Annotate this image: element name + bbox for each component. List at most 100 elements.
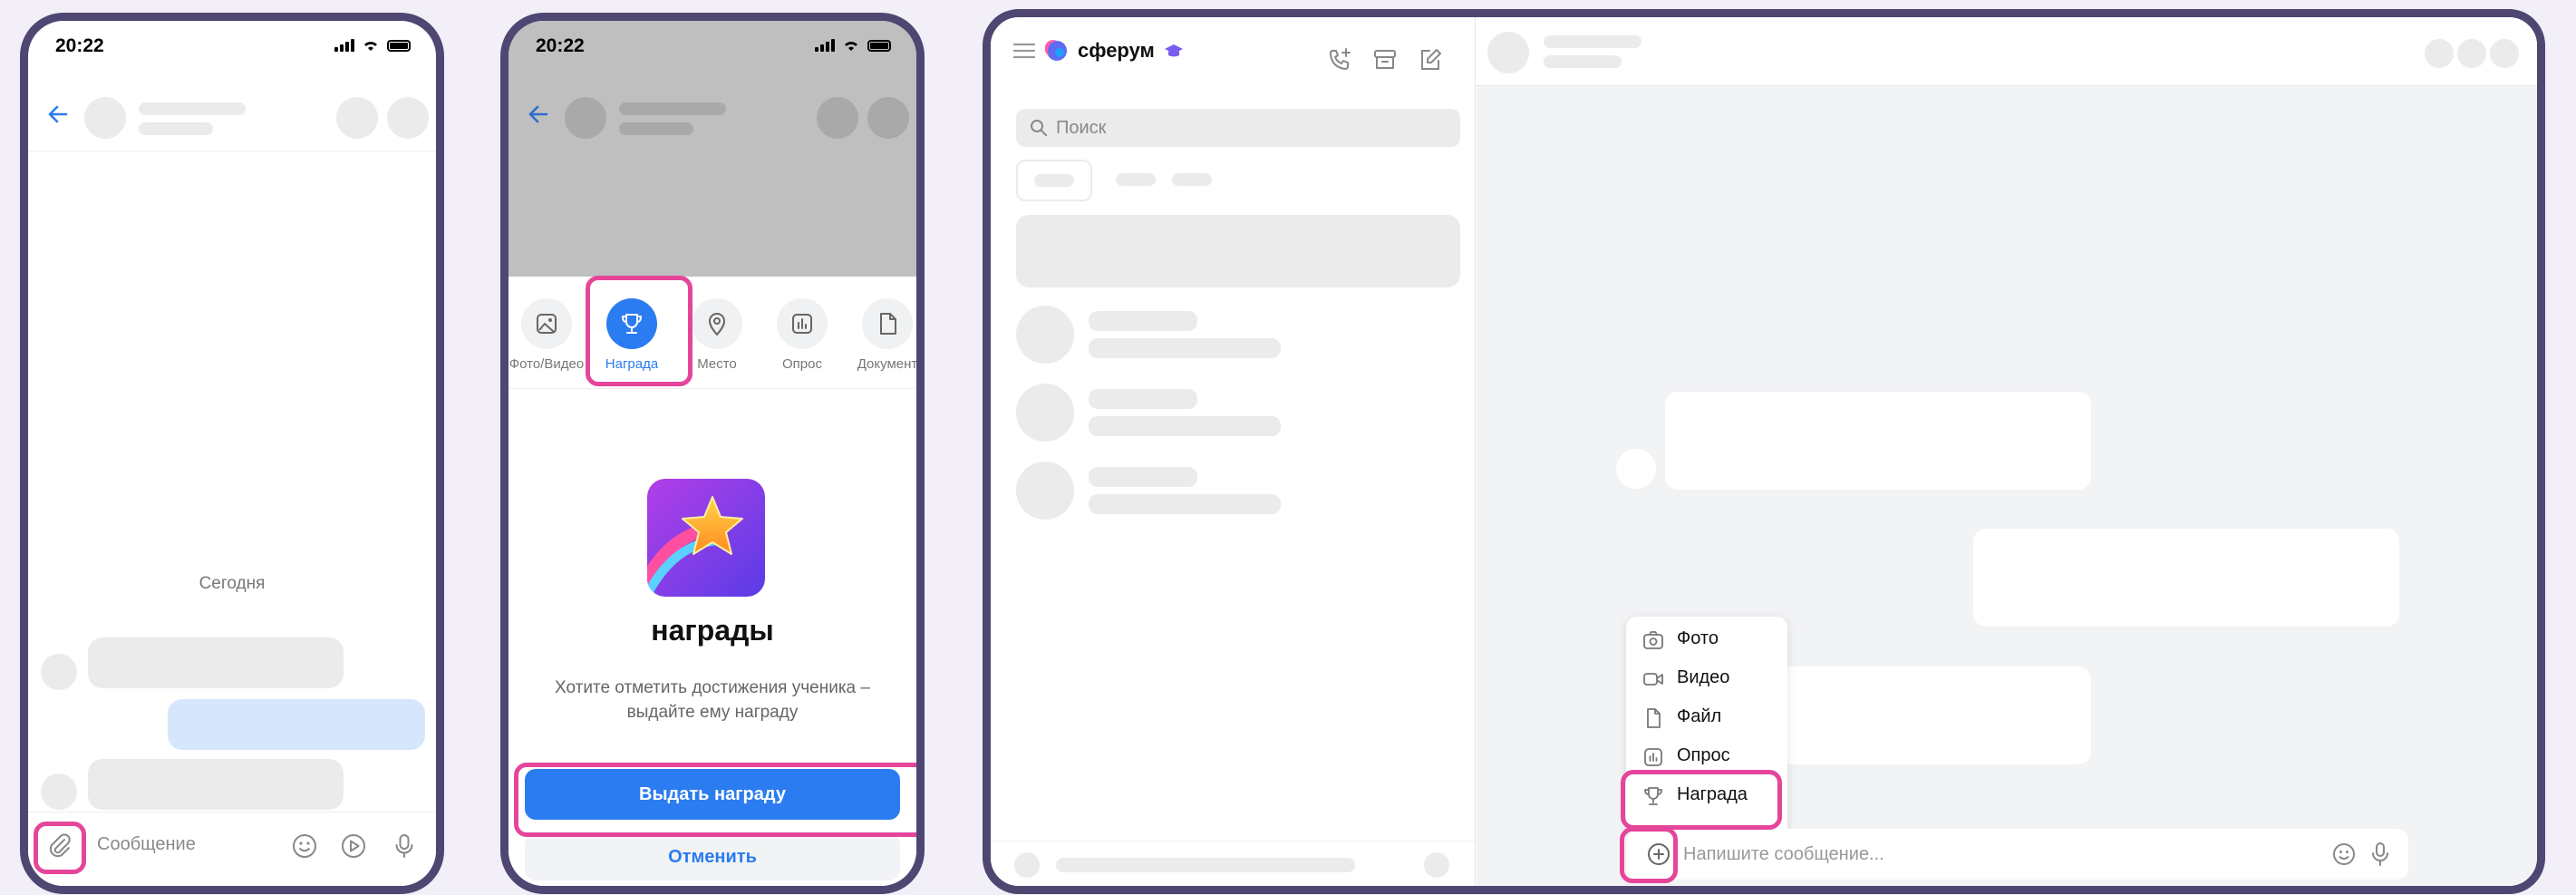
filter-tab-active[interactable]: [1016, 160, 1092, 201]
message-input[interactable]: Сообщение: [97, 834, 196, 855]
message-avatar: [41, 773, 77, 810]
awards-app-logo: [647, 479, 765, 597]
attach-label: Документ: [857, 356, 918, 372]
chat-header: [28, 75, 436, 151]
back-arrow-icon[interactable]: [525, 101, 552, 128]
desktop-messenger-window: сферум Поиск Фото Видео Файл Опрос Награ…: [983, 9, 2545, 894]
attach-type-row: Фото/Видео Награда Место Опрос Документ: [508, 277, 916, 389]
chat-list-pane: сферум Поиск: [991, 17, 1476, 886]
pane-footer: [991, 841, 1475, 886]
date-divider: Сегодня: [199, 574, 266, 593]
video-icon: [1643, 673, 1663, 686]
award-tab-highlight: [586, 276, 692, 386]
chat-pane: Фото Видео Файл Опрос Награда Напишите с…: [1477, 17, 2537, 886]
wifi-icon: [843, 39, 859, 52]
signal-icon: [334, 39, 354, 52]
chat-title-placeholder: [1089, 389, 1197, 409]
status-placeholder: [139, 122, 213, 135]
award-title: награды: [651, 614, 774, 647]
award-description: Хотите отметить достижения ученика – выд…: [555, 678, 870, 722]
message-input-bar: Сообщение: [28, 812, 436, 886]
chat-title-placeholder: [1089, 467, 1197, 487]
name-placeholder: [139, 102, 246, 115]
chat-preview-placeholder: [1089, 416, 1281, 436]
attach-photo[interactable]: Фото/Видео: [508, 298, 590, 372]
message-avatar: [1616, 449, 1656, 489]
menu-item-label: Файл: [1677, 706, 1722, 726]
outgoing-message: [168, 699, 425, 750]
filter-tab[interactable]: [1116, 173, 1156, 186]
chat-avatar: [1016, 462, 1074, 520]
graduation-cap-icon: [1164, 44, 1183, 57]
archive-icon[interactable]: [1371, 46, 1399, 73]
chat-preview-placeholder: [1089, 494, 1281, 514]
name-placeholder: [619, 102, 726, 115]
chat-title-placeholder: [1089, 311, 1197, 331]
call-button-placeholder: [817, 97, 858, 139]
attach-label: Фото/Видео: [508, 356, 585, 372]
document-icon: [880, 313, 896, 335]
paperclip-highlight: [34, 822, 86, 874]
chat-header: [1477, 17, 2537, 86]
incoming-message: [1665, 392, 2091, 490]
cancel-button[interactable]: Отменить: [525, 833, 900, 880]
status-placeholder: [619, 122, 693, 135]
menu-item-photo[interactable]: Фото: [1626, 620, 1787, 658]
call-button-placeholder[interactable]: [336, 97, 378, 139]
header-action-placeholder[interactable]: [2490, 39, 2519, 68]
location-icon: [708, 313, 726, 336]
signal-icon: [815, 39, 835, 52]
attach-poll[interactable]: Опрос: [759, 298, 846, 372]
menu-item-file[interactable]: Файл: [1626, 698, 1787, 736]
play-icon[interactable]: [338, 831, 369, 861]
incoming-message: [88, 759, 344, 810]
camera-icon: [1643, 631, 1663, 649]
emoji-icon[interactable]: [2330, 841, 2358, 868]
phone-award-sheet-screen: 20:22 Фото/Видео Награда Место Опрос Док…: [500, 13, 925, 894]
menu-item-label: Видео: [1677, 667, 1730, 687]
pinned-chat-placeholder[interactable]: [1016, 215, 1460, 287]
search-input[interactable]: Поиск: [1016, 109, 1460, 147]
back-arrow-icon[interactable]: [44, 101, 72, 128]
menu-item-label: Опрос: [1677, 745, 1730, 765]
menu-item-video[interactable]: Видео: [1626, 659, 1787, 697]
compose-icon[interactable]: [1417, 46, 1444, 73]
status-time: 20:22: [536, 35, 585, 56]
message-input[interactable]: Напишите сообщение...: [1627, 829, 2408, 880]
emoji-icon[interactable]: [289, 831, 320, 861]
file-icon: [1647, 708, 1661, 728]
photo-icon: [537, 314, 557, 334]
search-icon: [1031, 120, 1047, 136]
add-call-icon[interactable]: [1326, 46, 1353, 73]
avatar: [84, 97, 126, 139]
status-placeholder: [1544, 55, 1622, 68]
attach-document[interactable]: Документ: [844, 298, 918, 372]
sferum-logo-icon: [1045, 40, 1067, 61]
app-brand: сферум: [1078, 39, 1155, 62]
filter-tab[interactable]: [1172, 173, 1212, 186]
header-action-placeholder[interactable]: [2425, 39, 2454, 68]
avatar: [1487, 32, 1529, 73]
incoming-message: [88, 637, 344, 688]
microphone-icon[interactable]: [2367, 841, 2394, 868]
chat-avatar: [1016, 306, 1074, 364]
wifi-icon: [363, 39, 379, 52]
battery-icon: [867, 39, 891, 52]
menu-button-placeholder: [867, 97, 909, 139]
menu-icon[interactable]: [1012, 41, 1036, 61]
award-menu-highlight: [1621, 770, 1782, 830]
poll-icon: [792, 314, 812, 334]
phone-chat-screen: 20:22 Сегодня Сообщение: [20, 13, 444, 894]
menu-button-placeholder[interactable]: [387, 97, 429, 139]
outgoing-message: [1973, 529, 2399, 627]
battery-icon: [387, 39, 411, 52]
app-header: сферум: [1012, 39, 1184, 63]
give-award-highlight: [514, 763, 916, 837]
header-action-placeholder[interactable]: [2457, 39, 2486, 68]
menu-item-label: Фото: [1677, 628, 1719, 648]
chat-preview-placeholder: [1089, 338, 1281, 358]
chat-avatar: [1016, 384, 1074, 442]
microphone-icon[interactable]: [389, 831, 420, 861]
poll-icon: [1644, 748, 1662, 766]
status-bar: 20:22: [508, 21, 916, 75]
